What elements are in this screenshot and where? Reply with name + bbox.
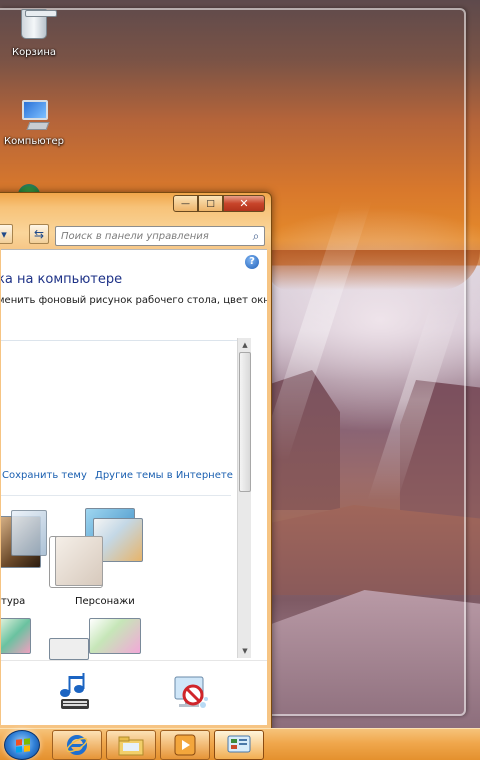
help-icon[interactable]: ? <box>245 255 259 269</box>
taskbar-windows-explorer[interactable] <box>106 730 156 760</box>
control-panel-icon <box>227 735 251 753</box>
theme-label: Персонажи <box>75 596 135 607</box>
minimize-button[interactable]: — <box>173 195 198 212</box>
theme-label: ктура <box>1 596 26 607</box>
save-theme-link[interactable]: Сохранить тему <box>2 470 87 481</box>
close-button[interactable]: ✕ <box>223 195 265 212</box>
search-input[interactable] <box>61 230 248 242</box>
scroll-thumb[interactable] <box>239 352 251 492</box>
themes-list <box>1 340 243 660</box>
theme-preview-image[interactable] <box>89 618 141 654</box>
themes-scrollbar[interactable]: ▲ ▼ <box>237 338 251 658</box>
scroll-down-icon[interactable]: ▼ <box>238 644 252 658</box>
theme-preview-image[interactable] <box>49 638 89 660</box>
theme-preview-image <box>55 536 103 586</box>
desktop-icon-recycle-bin[interactable]: Корзина <box>2 6 66 58</box>
screensaver-icon[interactable] <box>169 673 211 713</box>
wallpaper-ledge <box>270 505 480 595</box>
taskbar-control-panel[interactable] <box>214 730 264 760</box>
personalization-options <box>1 660 267 725</box>
desktop-icon-label: Корзина <box>11 47 57 58</box>
taskbar-internet-explorer[interactable] <box>52 730 102 760</box>
internet-explorer-icon <box>66 735 88 755</box>
recycle-bin-icon <box>16 9 57 45</box>
desktop-icon-computer[interactable]: Компьютер <box>2 98 66 147</box>
refresh-icon: ⇆ <box>33 227 45 241</box>
address-dropdown-button[interactable]: ▾ <box>0 224 13 244</box>
sounds-icon[interactable] <box>53 673 95 713</box>
windows-explorer-icon <box>118 736 144 756</box>
maximize-button[interactable]: □ <box>198 195 223 212</box>
taskbar <box>0 728 480 760</box>
wallpaper-arch <box>268 250 480 290</box>
start-orb-icon <box>16 738 30 753</box>
theme-preview-image[interactable] <box>1 618 31 654</box>
search-box[interactable]: ⌕ <box>55 226 265 246</box>
search-icon[interactable]: ⌕ <box>248 229 264 244</box>
page-description: менить фоновый рисунок рабочего стола, ц… <box>1 295 267 306</box>
scroll-up-icon[interactable]: ▲ <box>238 338 252 352</box>
caption-buttons: — □ ✕ <box>173 195 265 212</box>
more-themes-online-link[interactable]: Другие темы в Интернете <box>95 470 233 481</box>
computer-icon <box>16 98 52 134</box>
refresh-button[interactable]: ⇆ <box>29 224 49 244</box>
chevron-down-icon: ▾ <box>1 227 7 241</box>
control-panel-window: — □ ✕ ▾ ⇆ ⌕ ? ка на компьютере менить фо… <box>0 192 272 732</box>
theme-preview-image <box>11 510 47 556</box>
content-pane: ? ка на компьютере менить фоновый рисуно… <box>1 249 267 725</box>
theme-item-characters[interactable] <box>55 508 147 586</box>
start-button[interactable] <box>4 730 40 760</box>
media-player-icon <box>174 734 196 756</box>
desktop-icon-label: Компьютер <box>4 136 64 147</box>
page-title: ка на компьютере <box>1 272 123 287</box>
divider <box>1 495 231 496</box>
taskbar-media-player[interactable] <box>160 730 210 760</box>
